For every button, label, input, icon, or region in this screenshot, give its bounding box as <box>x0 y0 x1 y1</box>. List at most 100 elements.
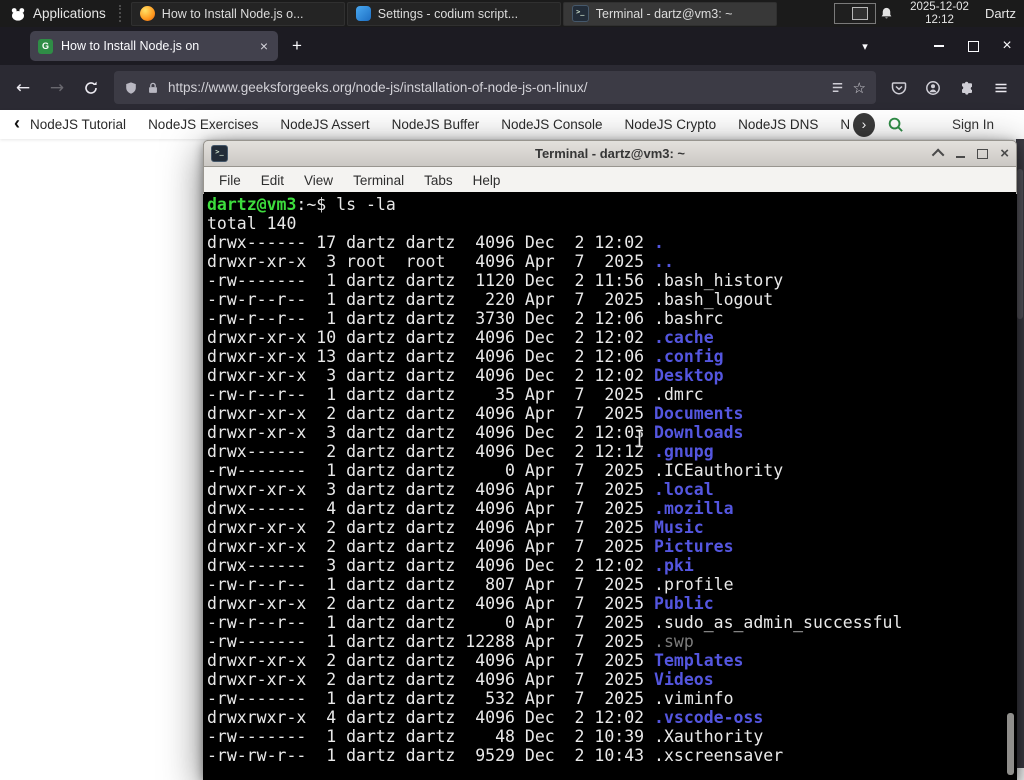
site-nav-item[interactable]: Node <box>840 117 849 132</box>
menu-item-edit[interactable]: Edit <box>251 173 294 188</box>
firefox-icon <box>139 6 155 21</box>
site-nav-item[interactable]: NodeJS DNS <box>738 117 818 132</box>
terminal-output-line: drwx------ 4 dartz dartz 4096 Apr 7 2025… <box>207 499 734 518</box>
workspace-window-outline <box>851 7 868 20</box>
terminal-listing: drwx------ 17 dartz dartz 4096 Dec 2 12:… <box>207 233 1016 765</box>
terminal-output-line: -rw------- 1 dartz dartz 532 Apr 7 2025 … <box>207 689 734 708</box>
terminal-output-line: -rw-r--r-- 1 dartz dartz 35 Apr 7 2025 .… <box>207 385 704 404</box>
terminal-scrollbar-thumb[interactable] <box>1007 713 1014 775</box>
terminal-total-line: total 140 <box>207 214 297 233</box>
hamburger-menu-icon <box>995 83 1007 92</box>
taskbar-window-terminal[interactable]: Terminal - dartz@vm3: ~ <box>562 1 777 26</box>
notification-bell-icon[interactable] <box>879 6 894 21</box>
terminal-output-line: drwxr-xr-x 3 root root 4096 Apr 7 2025 .… <box>207 252 674 271</box>
site-nav-next-button[interactable]: › <box>852 112 875 137</box>
forward-button[interactable]: → <box>40 71 74 105</box>
terminal-output-line: drwxr-xr-x 10 dartz dartz 4096 Dec 2 12:… <box>207 328 714 347</box>
menu-item-terminal[interactable]: Terminal <box>343 173 414 188</box>
terminal-output-line: drwxrwxr-x 4 dartz dartz 4096 Dec 2 12:0… <box>207 708 764 727</box>
menu-item-file[interactable]: File <box>209 173 251 188</box>
minimize-icon <box>934 45 944 47</box>
terminal-output-line: drwxr-xr-x 3 dartz dartz 4096 Dec 2 12:0… <box>207 366 724 385</box>
reload-icon <box>85 81 97 94</box>
account-button[interactable] <box>916 71 950 105</box>
menu-item-view[interactable]: View <box>294 173 343 188</box>
minimize-icon[interactable] <box>956 155 966 158</box>
back-button[interactable]: ← <box>6 71 40 105</box>
reader-mode-icon[interactable] <box>830 80 845 95</box>
taskbar-window-codium[interactable]: Settings - codium script... <box>346 1 561 26</box>
tab-close-icon[interactable]: × <box>258 38 270 54</box>
new-tab-button[interactable]: + <box>282 31 312 61</box>
taskbar-window-label: Terminal - dartz@vm3: ~ <box>595 6 733 21</box>
site-nav-item[interactable]: NodeJS Console <box>501 117 602 132</box>
site-nav-item[interactable]: NodeJS Crypto <box>625 117 717 132</box>
menu-item-tabs[interactable]: Tabs <box>414 173 463 188</box>
browser-maximize-button[interactable] <box>956 27 990 65</box>
pocket-icon <box>891 81 907 94</box>
maximize-icon[interactable] <box>977 148 989 159</box>
puzzle-extensions-icon <box>962 81 972 95</box>
browser-tab-bar: How to Install Node.js on × + ▾ × <box>0 27 1024 65</box>
xfce-mouse-icon <box>11 7 25 21</box>
search-icon <box>888 117 903 132</box>
site-nav-item[interactable]: NodeJS Tutorial <box>30 117 126 132</box>
page-scrollbar-thumb[interactable] <box>1017 169 1023 319</box>
applications-menu-button[interactable]: Applications <box>0 0 116 27</box>
site-nav-item[interactable]: NodeJS Exercises <box>148 117 258 132</box>
site-nav-prev-button[interactable]: ‹ <box>14 113 20 134</box>
browser-tab[interactable]: How to Install Node.js on × <box>30 31 278 61</box>
list-all-tabs-chevron-icon[interactable]: ▾ <box>850 40 880 53</box>
terminal-menubar: File Edit View Terminal Tabs Help <box>203 167 1017 194</box>
site-search-button[interactable] <box>887 116 904 133</box>
terminal-command: ls -la <box>326 195 396 214</box>
taskbar-window-label: How to Install Node.js o... <box>161 6 304 21</box>
workspace-switcher[interactable] <box>833 3 876 24</box>
clock-date: 2025-12-02 <box>910 1 969 13</box>
panel-separator <box>118 5 127 22</box>
menu-item-help[interactable]: Help <box>463 173 511 188</box>
terminal-output-line: drwxr-xr-x 3 dartz dartz 4096 Dec 2 12:0… <box>207 423 744 442</box>
menu-button[interactable] <box>984 71 1018 105</box>
account-icon <box>926 80 940 95</box>
terminal-prompt-line: dartz@vm3:~$ ls -la <box>207 195 1016 214</box>
reload-button[interactable] <box>74 71 108 105</box>
sign-in-button[interactable]: Sign In <box>952 117 994 132</box>
url-bar[interactable]: https://www.geeksforgeeks.org/node-js/in… <box>114 71 876 104</box>
extensions-button[interactable] <box>950 71 984 105</box>
tab-favicon-icon <box>38 38 53 54</box>
site-nav-item[interactable]: NodeJS Buffer <box>392 117 480 132</box>
panel-user-label: Dartz <box>984 6 1016 21</box>
terminal-titlebar[interactable]: Terminal - dartz@vm3: ~ × <box>203 140 1017 167</box>
terminal-output-line: drwxr-xr-x 2 dartz dartz 4096 Apr 7 2025… <box>207 594 714 613</box>
terminal-window: Terminal - dartz@vm3: ~ × File Edit View… <box>203 140 1017 780</box>
terminal-screen[interactable]: dartz@vm3:~$ ls -la total 140 drwx------… <box>204 192 1016 780</box>
terminal-output-line: drwxr-xr-x 13 dartz dartz 4096 Dec 2 12:… <box>207 347 724 366</box>
terminal-output-line: -rw------- 1 dartz dartz 48 Dec 2 10:39 … <box>207 727 764 746</box>
terminal-output-line: -rw-r--r-- 1 dartz dartz 3730 Dec 2 12:0… <box>207 309 724 328</box>
clock[interactable]: 2025-12-02 12:12 <box>910 1 969 26</box>
terminal-output-line: -rw-r--r-- 1 dartz dartz 807 Apr 7 2025 … <box>207 575 734 594</box>
page-scrollbar[interactable] <box>1016 137 1024 768</box>
site-nav-items: NodeJS Tutorial NodeJS Exercises NodeJS … <box>30 117 849 132</box>
bookmark-star-icon[interactable]: ☆ <box>853 79 866 97</box>
terminal-output-line: -rw------- 1 dartz dartz 1120 Dec 2 11:5… <box>207 271 784 290</box>
lock-icon[interactable] <box>146 81 160 95</box>
terminal-output-line: -rw-rw-r-- 1 dartz dartz 9529 Dec 2 10:4… <box>207 746 784 765</box>
terminal-output-line: drwxr-xr-x 2 dartz dartz 4096 Apr 7 2025… <box>207 404 744 423</box>
terminal-output-line: drwxr-xr-x 2 dartz dartz 4096 Apr 7 2025… <box>207 537 734 556</box>
tracking-shield-icon[interactable] <box>124 81 138 95</box>
site-nav-item[interactable]: NodeJS Assert <box>280 117 369 132</box>
prompt-separator: :~$ <box>296 195 327 214</box>
terminal-output-line: drwxr-xr-x 2 dartz dartz 4096 Apr 7 2025… <box>207 651 744 670</box>
terminal-output-line: drwx------ 2 dartz dartz 4096 Dec 2 12:1… <box>207 442 714 461</box>
browser-minimize-button[interactable] <box>922 27 956 65</box>
browser-close-button[interactable]: × <box>990 27 1024 65</box>
top-panel: Applications How to Install Node.js o...… <box>0 0 1024 27</box>
terminal-output-line: drwxr-xr-x 3 dartz dartz 4096 Apr 7 2025… <box>207 480 714 499</box>
pocket-button[interactable] <box>882 71 916 105</box>
terminal-output-line: drwxr-xr-x 2 dartz dartz 4096 Apr 7 2025… <box>207 518 704 537</box>
taskbar-window-firefox[interactable]: How to Install Node.js o... <box>130 1 345 26</box>
panel-status-area: 2025-12-02 12:12 Dartz <box>879 1 1024 26</box>
close-icon[interactable]: × <box>1000 146 1009 161</box>
